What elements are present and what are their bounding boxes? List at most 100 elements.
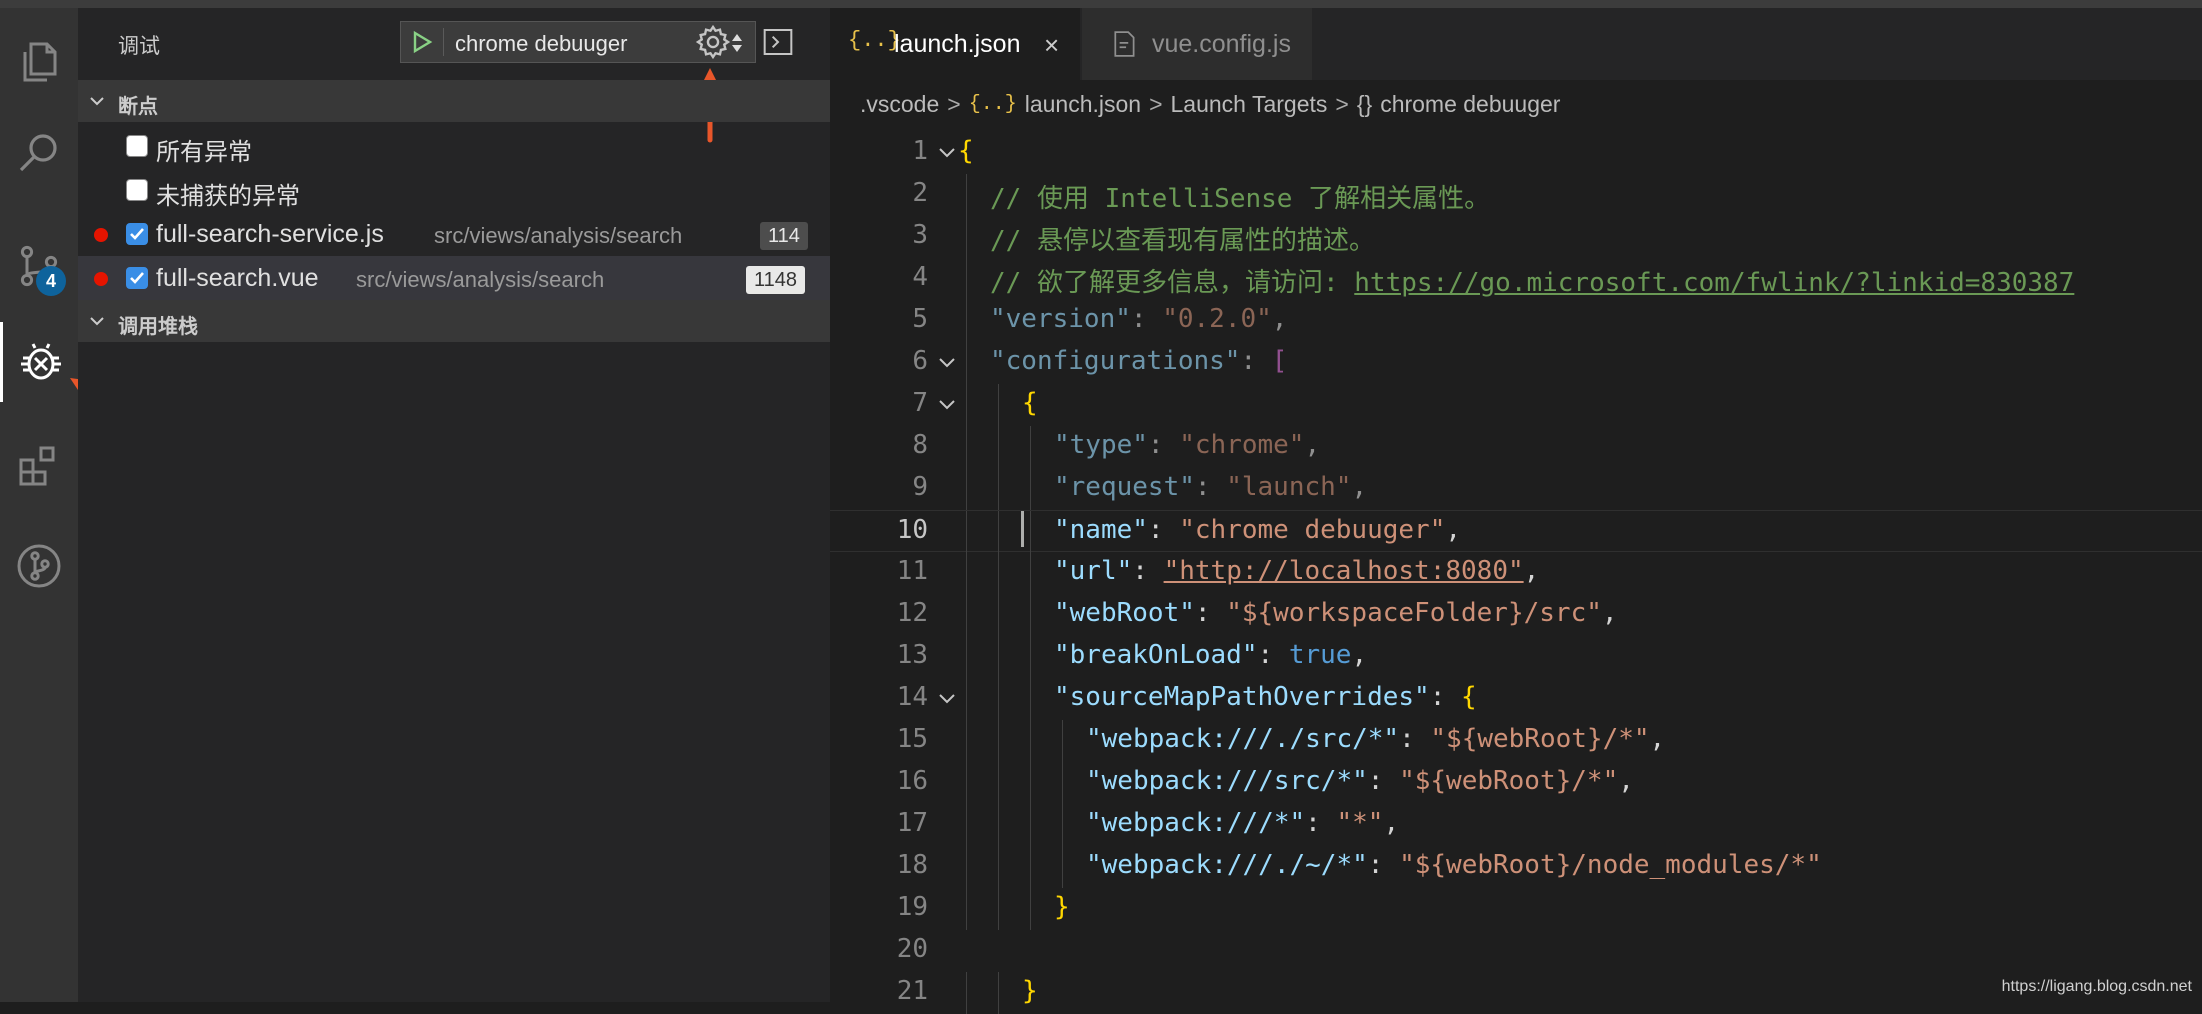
chevron-down-icon: [90, 317, 104, 326]
code-line[interactable]: 7{: [830, 384, 2202, 426]
indent-guide: [1030, 678, 1031, 720]
gear-icon[interactable]: [694, 23, 732, 61]
code-token: :: [1240, 346, 1272, 376]
code-line[interactable]: 19}: [830, 888, 2202, 930]
code-line[interactable]: 2 // 使用 IntelliSense 了解相关属性。: [830, 174, 2202, 216]
code-token: ,: [1304, 430, 1321, 460]
indent-guide: [1030, 720, 1031, 762]
code-text: // 使用 IntelliSense 了解相关属性。: [990, 178, 1490, 215]
code-token: ,: [1383, 808, 1400, 838]
object-icon: {}: [1356, 90, 1373, 117]
callstack-section-header[interactable]: 调用堆栈: [78, 300, 830, 342]
breadcrumb-separator: >: [947, 90, 961, 117]
text-cursor: [1021, 511, 1024, 547]
breakpoint-dot-icon: [94, 272, 108, 286]
breadcrumb-item[interactable]: chrome debuuger: [1380, 91, 1560, 118]
fold-chevron-icon[interactable]: [936, 142, 958, 164]
indent-guide: [966, 972, 967, 1014]
breakpoint-row[interactable]: full-search-service.js src/views/analysi…: [78, 212, 830, 256]
indent-guide: [1030, 804, 1031, 846]
code-text: "name": "chrome debuuger",: [1054, 515, 1461, 545]
code-line[interactable]: 1{: [830, 132, 2202, 174]
indent-guide: [966, 511, 967, 553]
code-line[interactable]: 8 "type": "chrome",: [830, 426, 2202, 468]
fold-chevron-icon[interactable]: [936, 394, 958, 416]
line-number: 1: [912, 136, 928, 166]
exception-option-row[interactable]: 未捕获的异常: [78, 168, 830, 212]
code-line[interactable]: 11 "url": "http://localhost:8080",: [830, 552, 2202, 594]
indent-guide: [966, 174, 967, 216]
code-line[interactable]: 17 "webpack:///*": "*",: [830, 804, 2202, 846]
code-line[interactable]: 12 "webRoot": "${workspaceFolder}/src",: [830, 594, 2202, 636]
line-number: 7: [912, 388, 928, 418]
debug-sidebar: 调试 chrome debuuger 断点 所有异常 未捕获的异常 full-s…: [78, 8, 830, 1002]
extensions-button[interactable]: [0, 426, 78, 506]
indent-guide: [998, 552, 999, 594]
code-line[interactable]: 9 "request": "launch",: [830, 468, 2202, 510]
indent-guide: [1030, 426, 1031, 468]
code-line[interactable]: 16 "webpack:///src/*": "${webRoot}/*",: [830, 762, 2202, 804]
start-debugging-icon[interactable]: [411, 30, 433, 54]
breakpoints-section-header[interactable]: 断点: [78, 80, 830, 122]
indent-guide: [966, 762, 967, 804]
code-text: "url": "http://localhost:8080",: [1054, 556, 1539, 586]
tab-vue-config[interactable]: vue.config.js: [1082, 8, 1312, 80]
code-line[interactable]: 14 "sourceMapPathOverrides": {: [830, 678, 2202, 720]
indent-guide: [998, 846, 999, 888]
json-file-icon: {..}: [848, 28, 901, 53]
breadcrumb-file[interactable]: launch.json: [1025, 91, 1141, 118]
indent-guide: [1030, 762, 1031, 804]
exception-option-row[interactable]: 所有异常: [78, 124, 830, 168]
indent-guide: [1030, 636, 1031, 678]
code-token: :: [1429, 682, 1461, 712]
explorer-button[interactable]: [0, 22, 78, 102]
breadcrumb-section[interactable]: Launch Targets: [1171, 91, 1328, 118]
indent-guide: [998, 594, 999, 636]
checkbox[interactable]: [126, 223, 148, 245]
code-line[interactable]: 10 "name": "chrome debuuger",: [830, 510, 2202, 553]
code-line[interactable]: 21}: [830, 972, 2202, 1014]
checkbox[interactable]: [126, 135, 148, 157]
indent-guide: [966, 846, 967, 888]
indent-guide: [998, 384, 999, 426]
fold-chevron-icon[interactable]: [936, 688, 958, 710]
code-token: "webpack:///./src/*": [1086, 724, 1400, 754]
code-text: "configurations": [: [990, 346, 1287, 376]
code-line[interactable]: 4 // 欲了解更多信息，请访问: https://go.microsoft.co…: [830, 258, 2202, 300]
code-line[interactable]: 13 "breakOnLoad": true,: [830, 636, 2202, 678]
search-button[interactable]: [0, 114, 78, 194]
code-token: "request": [1054, 472, 1195, 502]
code-line[interactable]: 6 "configurations": [: [830, 342, 2202, 384]
code-line[interactable]: 15 "webpack:///./src/*": "${webRoot}/*",: [830, 720, 2202, 762]
indent-guide: [966, 804, 967, 846]
breakpoint-row[interactable]: full-search.vue src/views/analysis/searc…: [78, 256, 830, 300]
checkbox[interactable]: [126, 179, 148, 201]
indent-guide: [966, 384, 967, 426]
extensions-icon: [19, 446, 55, 486]
breadcrumb: .vscode > {..} launch.json > Launch Targ…: [860, 86, 1568, 122]
code-line[interactable]: 20: [830, 930, 2202, 972]
close-icon[interactable]: ×: [1044, 30, 1059, 61]
indent-guide: [966, 216, 967, 258]
tab-launch-json[interactable]: {..} launch.json ×: [830, 8, 1080, 80]
vue-file-icon: [1114, 31, 1135, 57]
line-number: 5: [912, 304, 928, 334]
breakpoint-path: src/views/analysis/search: [434, 223, 683, 248]
breadcrumb-folder[interactable]: .vscode: [860, 91, 939, 118]
source-control-button[interactable]: [0, 226, 78, 306]
code-token: :: [1130, 304, 1163, 334]
code-editor[interactable]: 1{2// 使用 IntelliSense 了解相关属性。 3// 悬停以查看现有…: [830, 132, 2202, 1014]
code-line[interactable]: 3 // 悬停以查看现有属性的描述。: [830, 216, 2202, 258]
indent-guide: [998, 720, 999, 762]
indent-guide: [1030, 552, 1031, 594]
checkbox[interactable]: [126, 267, 148, 289]
code-line[interactable]: 18 "webpack:///./~/*": "${webRoot}/node_m…: [830, 846, 2202, 888]
code-line[interactable]: 5 "version": "0.2.0",: [830, 300, 2202, 342]
debug-console-icon[interactable]: [762, 26, 794, 58]
indent-guide: [998, 426, 999, 468]
tab-label: vue.config.js: [1152, 30, 1291, 58]
indent-guide: [998, 678, 999, 720]
git-graph-button[interactable]: [0, 526, 78, 606]
fold-chevron-icon[interactable]: [936, 352, 958, 374]
exception-option-label: 未捕获的异常: [156, 183, 300, 210]
